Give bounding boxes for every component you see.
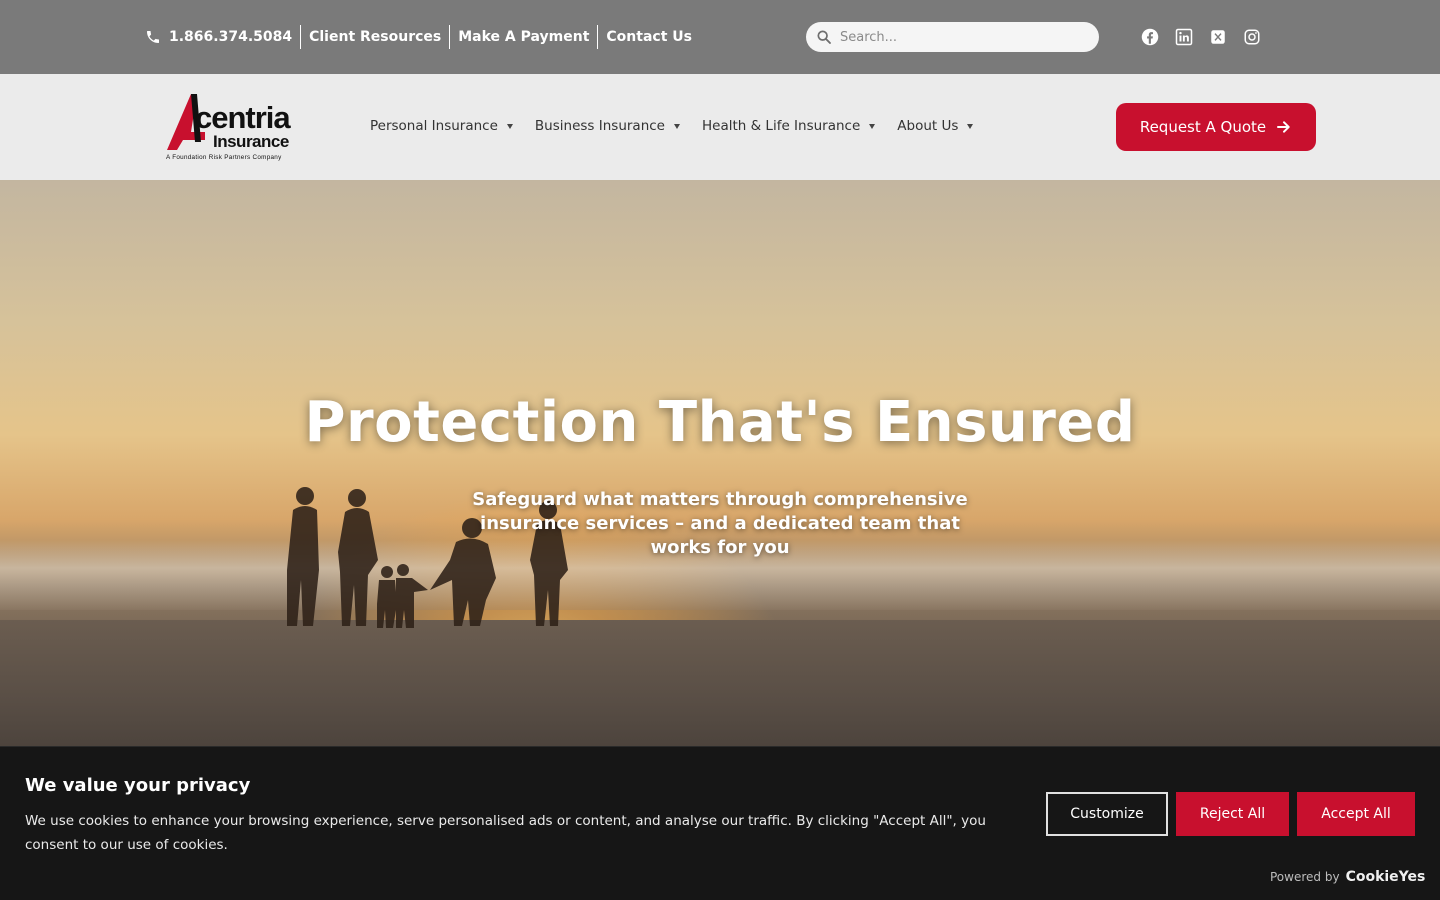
accept-all-button[interactable]: Accept All [1297, 792, 1415, 836]
caret-down-icon [506, 123, 513, 129]
nav-business-insurance[interactable]: Business Insurance [535, 118, 680, 134]
nav-label: About Us [897, 118, 959, 134]
nav-label: Personal Insurance [370, 118, 498, 134]
request-quote-label: Request A Quote [1139, 118, 1267, 136]
logo-tagline: A Foundation Risk Partners Company [166, 154, 282, 161]
phone-icon [145, 29, 161, 45]
caret-down-icon [869, 123, 876, 129]
instagram-icon[interactable] [1243, 28, 1261, 46]
nav-health-life-insurance[interactable]: Health & Life Insurance [701, 118, 876, 134]
customize-button[interactable]: Customize [1046, 792, 1168, 836]
primary-nav-links: Personal Insurance Business Insurance He… [370, 118, 995, 134]
family-silhouette-image [287, 487, 568, 628]
x-twitter-icon[interactable] [1209, 28, 1227, 46]
cookie-consent-banner: We value your privacy We use cookies to … [0, 746, 1440, 900]
request-quote-button[interactable]: Request A Quote [1116, 103, 1316, 151]
powered-by-cookieyes[interactable]: Powered by CookieYes [1270, 869, 1425, 885]
powered-by-label: Powered by [1270, 870, 1340, 884]
linkedin-icon[interactable] [1175, 28, 1193, 46]
nav-label: Business Insurance [534, 118, 665, 134]
search-box[interactable] [806, 22, 1099, 52]
caret-down-icon [673, 123, 680, 129]
hero-banner: Protection That's Ensured Safeguard what… [0, 180, 1440, 746]
make-a-payment-link[interactable]: Make A Payment [449, 25, 597, 49]
client-resources-link[interactable]: Client Resources [300, 25, 449, 49]
reject-all-button[interactable]: Reject All [1176, 792, 1289, 836]
nav-personal-insurance[interactable]: Personal Insurance [370, 118, 513, 134]
logo-subtitle: Insurance [213, 132, 289, 151]
arrow-right-icon [1276, 119, 1292, 135]
nav-label: Health & Life Insurance [701, 118, 861, 134]
cookie-banner-message: We use cookies to enhance your browsing … [25, 813, 986, 853]
phone-number-link[interactable]: 1.866.374.5084 [169, 25, 300, 49]
cookieyes-logo: CookieYes [1345, 869, 1426, 885]
hero-subtitle: Safeguard what matters through comprehen… [472, 489, 968, 558]
search-icon[interactable] [816, 29, 832, 45]
facebook-icon[interactable] [1141, 28, 1159, 46]
search-input[interactable] [840, 29, 1080, 45]
top-contact-links: 1.866.374.5084 Client Resources Make A P… [145, 24, 700, 50]
hero-title: Protection That's Ensured [304, 390, 1136, 455]
cookie-banner-title: We value your privacy [25, 775, 251, 796]
logo-wordmark: centria [195, 100, 291, 135]
acentria-logo[interactable]: centria Insurance A Foundation Risk Part… [165, 90, 310, 164]
nav-about-us[interactable]: About Us [897, 118, 974, 134]
top-bar: 1.866.374.5084 Client Resources Make A P… [0, 0, 1440, 74]
caret-down-icon [967, 123, 974, 129]
social-links [1141, 28, 1261, 46]
contact-us-link[interactable]: Contact Us [597, 25, 700, 49]
